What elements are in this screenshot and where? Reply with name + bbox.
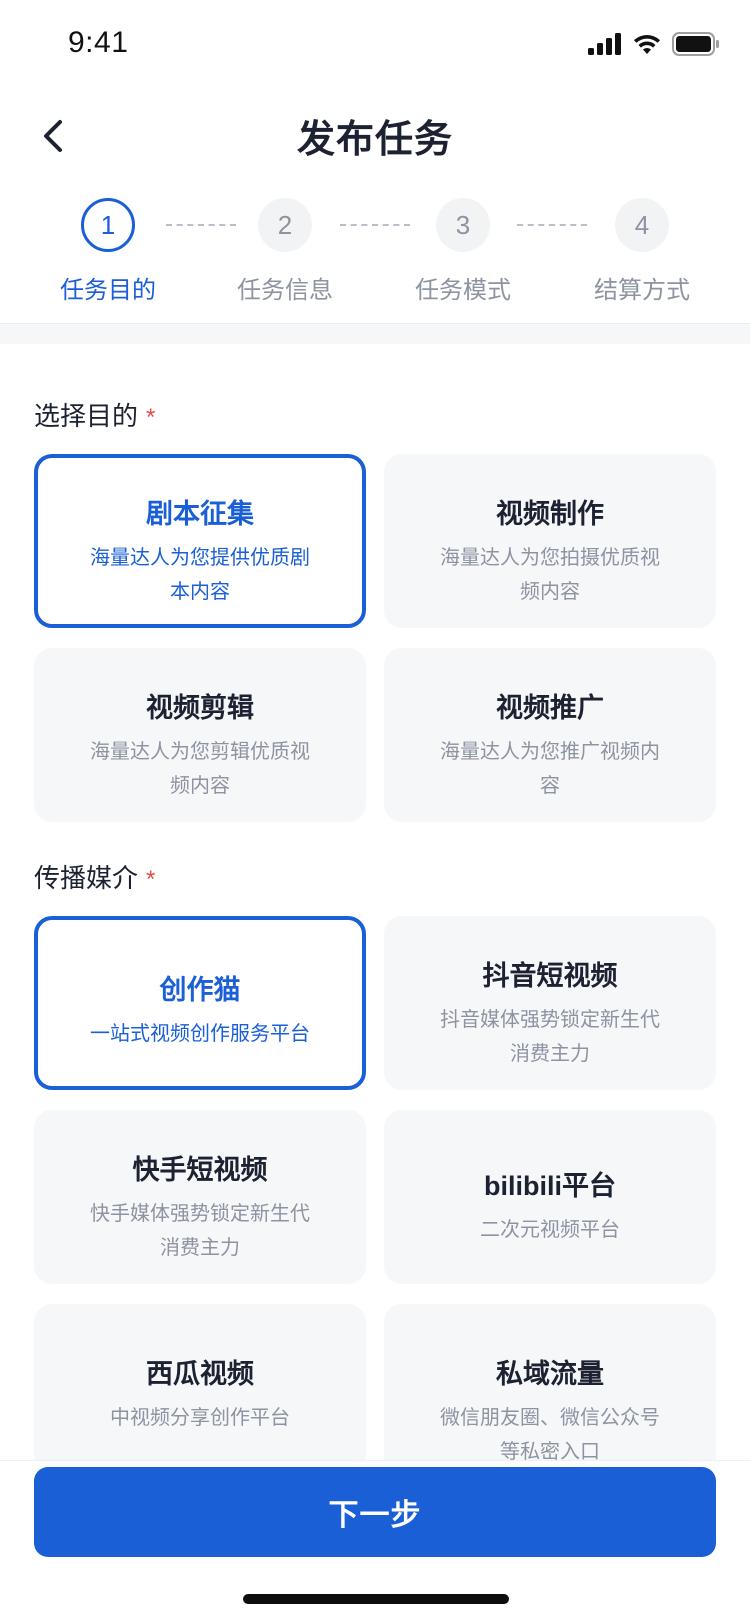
purpose-option-script[interactable]: 剧本征集 海量达人为您提供优质剧本内容 [34,454,366,628]
status-icons [588,32,720,56]
option-title: 快手短视频 [132,1155,268,1185]
purpose-section-title: 选择目的 * [34,396,155,433]
medium-option-xigua[interactable]: 西瓜视频 中视频分享创作平台 [34,1304,366,1478]
option-desc: 二次元视频平台 [480,1219,620,1241]
option-title: 私域流量 [496,1359,604,1389]
medium-section-title: 传播媒介 * [34,858,155,895]
step-label: 任务模式 [415,277,511,304]
medium-option-private-traffic[interactable]: 私域流量 微信朋友圈、微信公众号等私密入口 [384,1304,716,1478]
option-desc: 快手媒体强势锁定新生代消费主力 [90,1203,310,1259]
option-desc: 海量达人为您拍摄优质视频内容 [440,547,660,603]
medium-option-kuaishou[interactable]: 快手短视频 快手媒体强势锁定新生代消费主力 [34,1110,366,1284]
required-mark: * [146,404,156,431]
step-mode: 3 任务模式 [388,198,538,305]
medium-option-douyin[interactable]: 抖音短视频 抖音媒体强势锁定新生代消费主力 [384,916,716,1090]
option-desc: 一站式视频创作服务平台 [90,1023,310,1045]
step-label: 任务目的 [60,277,156,304]
option-desc: 海量达人为您推广视频内容 [440,741,660,797]
step-number: 4 [615,198,669,252]
medium-option-chuangzuomao[interactable]: 创作猫 一站式视频创作服务平台 [34,916,366,1090]
option-desc: 中视频分享创作平台 [110,1407,290,1429]
step-label: 结算方式 [594,277,690,304]
page-title: 发布任务 [296,119,453,161]
option-title: 抖音短视频 [482,961,618,991]
step-settlement: 4 结算方式 [567,198,717,305]
option-title: bilibili平台 [484,1171,616,1201]
step-label: 任务信息 [237,277,333,304]
required-mark: * [146,866,156,893]
section-divider [0,324,750,344]
wifi-icon [634,35,660,54]
option-title: 视频剪辑 [146,693,254,723]
option-desc: 微信朋友圈、微信公众号等私密入口 [440,1407,660,1463]
step-number: 1 [81,198,135,252]
stepper: 1 任务目的 2 任务信息 3 任务模式 4 结算方式 [0,190,750,324]
purpose-option-video-editing[interactable]: 视频剪辑 海量达人为您剪辑优质视频内容 [34,648,366,822]
option-desc: 海量达人为您提供优质剧本内容 [90,547,310,603]
option-title: 视频推广 [496,693,604,723]
option-desc: 海量达人为您剪辑优质视频内容 [90,741,310,797]
purpose-option-video-production[interactable]: 视频制作 海量达人为您拍摄优质视频内容 [384,454,716,628]
option-title: 剧本征集 [146,499,254,529]
step-purpose: 1 任务目的 [33,198,183,305]
purpose-option-video-promotion[interactable]: 视频推广 海量达人为您推广视频内容 [384,648,716,822]
nav-bar: 发布任务 [0,90,750,178]
medium-option-bilibili[interactable]: bilibili平台 二次元视频平台 [384,1110,716,1284]
battery-icon [672,32,719,56]
option-title: 创作猫 [159,975,241,1005]
option-title: 西瓜视频 [146,1359,254,1389]
option-title: 视频制作 [496,499,604,529]
option-desc: 抖音媒体强势锁定新生代消费主力 [440,1009,660,1065]
home-indicator [243,1594,509,1604]
purpose-title-text: 选择目的 [34,401,139,431]
step-number: 2 [258,198,312,252]
next-step-button[interactable]: 下一步 [34,1467,716,1557]
status-bar: 9:41 [0,0,750,90]
status-time: 9:41 [68,26,129,59]
step-number: 3 [436,198,490,252]
medium-title-text: 传播媒介 [34,863,139,893]
cellular-signal-icon [588,33,621,55]
step-info: 2 任务信息 [210,198,360,305]
